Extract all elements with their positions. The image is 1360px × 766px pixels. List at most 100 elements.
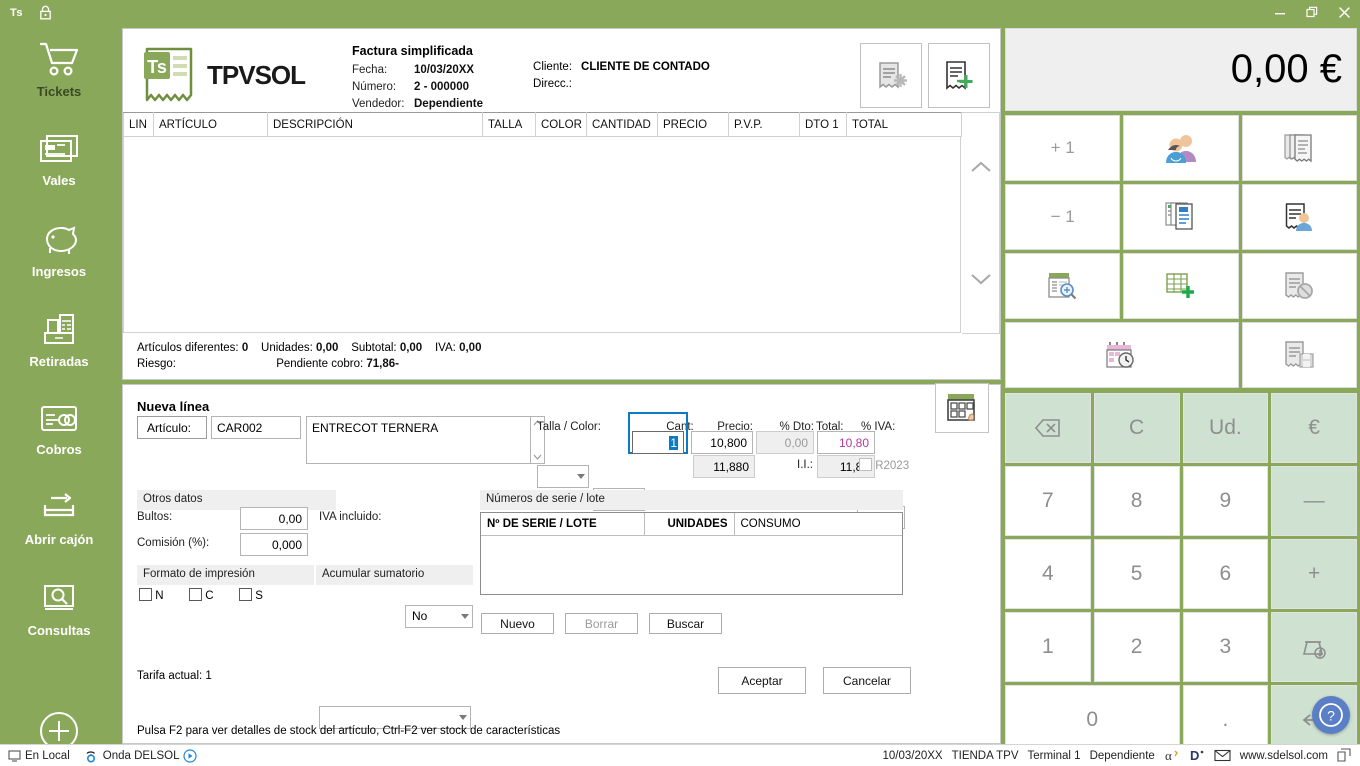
precio-input[interactable]: 10,800 — [691, 431, 753, 454]
items-body[interactable] — [123, 137, 961, 333]
comision-input[interactable]: 0,000 — [240, 533, 308, 556]
ticket-customer-button[interactable] — [1241, 184, 1357, 250]
pending-button[interactable] — [1005, 322, 1239, 388]
key-2[interactable]: 2 — [1093, 612, 1180, 682]
plus-one-button[interactable]: + 1 — [1005, 115, 1121, 181]
clear-key[interactable]: C — [1093, 393, 1180, 463]
serie-table-wrap[interactable]: Nº DE SERIE / LOTE UNIDADES CONSUMO — [480, 512, 903, 595]
formato-option-c[interactable]: C — [189, 588, 214, 602]
scroll-down-button[interactable] — [962, 225, 999, 333]
col-lin[interactable]: LIN — [123, 112, 154, 137]
sidebar-item-vales[interactable]: Vales — [0, 115, 118, 205]
new-table-button[interactable] — [1123, 253, 1239, 319]
mail-icon[interactable] — [1214, 749, 1231, 762]
accept-button[interactable]: Aceptar — [718, 667, 806, 694]
formato-option-s[interactable]: S — [239, 588, 263, 602]
col-total[interactable]: TOTAL — [846, 112, 962, 137]
touch-grid-button[interactable] — [935, 383, 989, 433]
plus-key[interactable]: + — [1271, 539, 1357, 609]
col-pvp[interactable]: P.V.P. — [728, 112, 800, 137]
cancel-ticket-button[interactable] — [1241, 253, 1357, 319]
total-input[interactable]: 10,80 — [817, 431, 875, 454]
checkbox-n[interactable] — [139, 588, 152, 601]
en-local-toggle[interactable]: En Local — [8, 750, 70, 762]
key-4[interactable]: 4 — [1005, 539, 1091, 609]
formato-option-n[interactable]: N — [139, 588, 164, 602]
delete-ticket-button[interactable] — [860, 43, 922, 108]
col-nserie[interactable]: Nº DE SERIE / LOTE — [481, 513, 645, 536]
col-consumo[interactable]: CONSUMO — [734, 513, 902, 536]
bultos-input[interactable]: 0,00 — [240, 507, 308, 530]
minimize-button[interactable] — [1264, 0, 1296, 25]
col-unidades[interactable]: UNIDADES — [644, 513, 735, 536]
key-5[interactable]: 5 — [1093, 539, 1180, 609]
save-ticket-button[interactable] — [1241, 322, 1357, 388]
alpha-icon[interactable]: α — [1164, 748, 1180, 763]
status-store: TIENDA TPV — [951, 749, 1019, 762]
checkbox-c[interactable] — [189, 588, 202, 601]
minus-one-button[interactable]: − 1 — [1005, 184, 1121, 250]
col-precio[interactable]: PRECIO — [657, 112, 729, 137]
col-color[interactable]: COLOR — [535, 112, 587, 137]
status-url[interactable]: www.sdelsol.com — [1240, 750, 1328, 762]
key-6[interactable]: 6 — [1182, 539, 1269, 609]
new-ticket-button[interactable] — [928, 43, 990, 108]
sidebar-item-abrir-cajon[interactable]: Abrir cajón — [0, 475, 118, 565]
tickets-list-button[interactable] — [1241, 115, 1357, 181]
key-8[interactable]: 8 — [1093, 466, 1180, 536]
scale-key[interactable] — [1271, 612, 1357, 682]
euro-key[interactable]: € — [1271, 393, 1357, 463]
articulo-code-input[interactable]: CAR002 — [211, 416, 301, 439]
sidebar-item-retiradas[interactable]: Retiradas — [0, 295, 118, 385]
resize-grip-icon[interactable] — [1337, 748, 1352, 763]
documents-button[interactable] — [1123, 184, 1239, 250]
fecha-label: Fecha: — [352, 64, 388, 76]
col-cantidad[interactable]: CANTIDAD — [586, 112, 658, 137]
sidebar-item-tickets[interactable]: Tickets — [0, 25, 118, 115]
key-7[interactable]: 7 — [1005, 466, 1091, 536]
cliente-value[interactable]: CLIENTE DE CONTADO — [581, 61, 710, 73]
col-dto1[interactable]: DTO 1 — [799, 112, 847, 137]
delsol-d-icon[interactable]: D — [1189, 748, 1205, 763]
r2023-checkbox[interactable] — [859, 458, 872, 471]
sidebar-item-consultas[interactable]: Consultas — [0, 565, 118, 655]
receipt-save-icon — [1285, 341, 1314, 368]
sidebar-item-ingresos[interactable]: Ingresos — [0, 205, 118, 295]
backspace-key[interactable] — [1005, 393, 1091, 463]
brand-name: TPVSOL — [207, 60, 306, 90]
iva-incluido-select[interactable]: No — [405, 605, 473, 628]
close-button[interactable] — [1328, 0, 1360, 25]
col-talla[interactable]: TALLA — [482, 112, 536, 137]
cliente-label: Cliente: — [533, 61, 573, 73]
talla-select[interactable] — [537, 465, 589, 488]
dto-input[interactable]: 0,00 — [756, 431, 814, 454]
serie-borrar-button[interactable]: Borrar — [565, 613, 638, 634]
serie-nuevo-button[interactable]: Nuevo — [481, 613, 554, 634]
col-descripcion[interactable]: DESCRIPCIÓN — [267, 112, 483, 137]
scroll-up-button[interactable] — [962, 113, 999, 221]
lock-icon[interactable] — [39, 5, 52, 20]
key-3[interactable]: 3 — [1182, 612, 1269, 682]
r2023-checkbox-wrap[interactable]: R2023 — [859, 458, 909, 472]
search-ticket-button[interactable] — [1005, 253, 1121, 319]
talla-value — [538, 466, 588, 469]
cancel-button[interactable]: Cancelar — [823, 667, 911, 694]
radio-wave-icon — [86, 750, 95, 763]
minus-key[interactable]: — — [1271, 466, 1357, 536]
cant-input[interactable]: 1 — [632, 431, 684, 454]
onda-delsol-item[interactable]: Onda DELSOL — [84, 748, 198, 763]
articulo-label[interactable]: Artículo: — [137, 416, 207, 439]
col-articulo[interactable]: ARTÍCULO — [153, 112, 268, 137]
help-button[interactable]: ? — [1312, 696, 1350, 734]
units-key[interactable]: Ud. — [1182, 393, 1269, 463]
key-9[interactable]: 9 — [1182, 466, 1269, 536]
customers-button[interactable] — [1123, 115, 1239, 181]
pvp-input[interactable]: 11,880 — [693, 455, 755, 478]
key-1[interactable]: 1 — [1005, 612, 1091, 682]
sidebar-item-cobros[interactable]: Cobros — [0, 385, 118, 475]
en-local-label: En Local — [25, 749, 70, 762]
descripcion-input[interactable]: ENTRECOT TERNERA — [306, 416, 531, 464]
serie-buscar-button[interactable]: Buscar — [649, 613, 722, 634]
restore-button[interactable] — [1296, 0, 1328, 25]
checkbox-s[interactable] — [239, 588, 252, 601]
